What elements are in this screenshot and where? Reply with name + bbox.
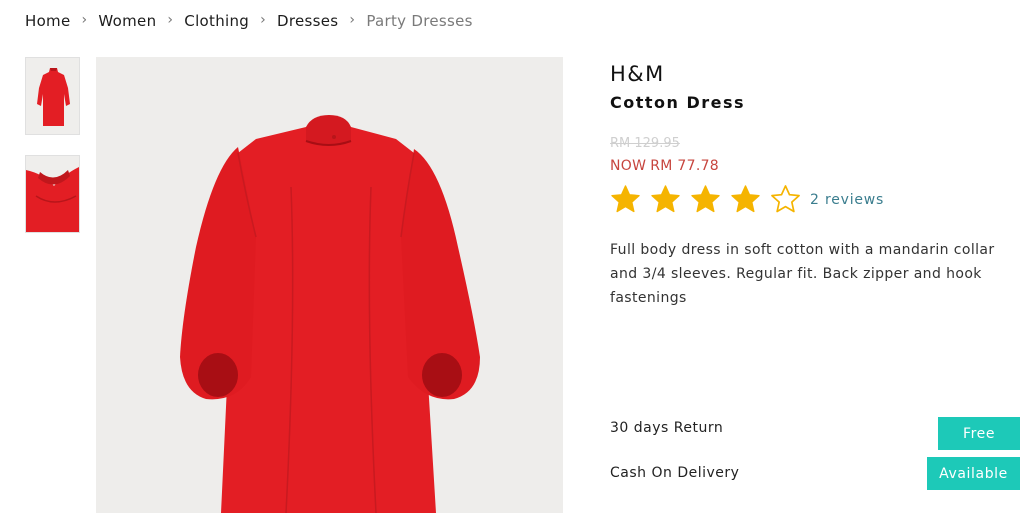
cod-available-badge: Available xyxy=(927,457,1020,490)
breadcrumb-home[interactable]: Home xyxy=(25,12,71,30)
collar-detail-image xyxy=(26,156,79,232)
star-filled-icon xyxy=(611,185,640,213)
chevron-right-icon: › xyxy=(167,12,174,28)
rating: 2 reviews xyxy=(610,184,884,215)
star-outline-icon xyxy=(771,185,800,213)
now-label: NOW xyxy=(610,158,647,174)
chevron-right-icon: › xyxy=(260,12,267,28)
breadcrumb: Home › Women › Clothing › Dresses › Part… xyxy=(25,12,473,30)
breadcrumb-clothing[interactable]: Clothing xyxy=(184,12,249,30)
main-product-image xyxy=(96,57,563,513)
thumbnail-front[interactable] xyxy=(25,57,80,135)
star-filled-icon xyxy=(731,185,760,213)
breadcrumb-dresses[interactable]: Dresses xyxy=(277,12,338,30)
product-description: Full body dress in soft cotton with a ma… xyxy=(610,242,995,306)
thumbnail-collar-detail[interactable] xyxy=(25,155,80,233)
product-brand: H&M xyxy=(610,62,665,86)
reviews-link[interactable]: 2 reviews xyxy=(810,192,884,208)
star-filled-icon xyxy=(651,185,680,213)
cod-label: Cash On Delivery xyxy=(610,465,740,481)
product-title: Cotton Dress xyxy=(610,93,746,112)
star-filled-icon xyxy=(691,185,720,213)
now-price: NOW RM 77.78 xyxy=(610,158,719,174)
old-price: RM 129.95 xyxy=(610,136,680,151)
rating-stars xyxy=(610,184,810,215)
return-free-badge: Free xyxy=(938,417,1020,450)
breadcrumb-women[interactable]: Women xyxy=(98,12,156,30)
chevron-right-icon: › xyxy=(349,12,356,28)
now-price-value: RM 77.78 xyxy=(650,158,719,174)
dress-thumbnail-image xyxy=(26,58,79,134)
chevron-right-icon: › xyxy=(81,12,88,28)
breadcrumb-party-dresses: Party Dresses xyxy=(366,12,473,30)
return-policy-label: 30 days Return xyxy=(610,420,724,436)
red-dress-image xyxy=(96,57,563,513)
